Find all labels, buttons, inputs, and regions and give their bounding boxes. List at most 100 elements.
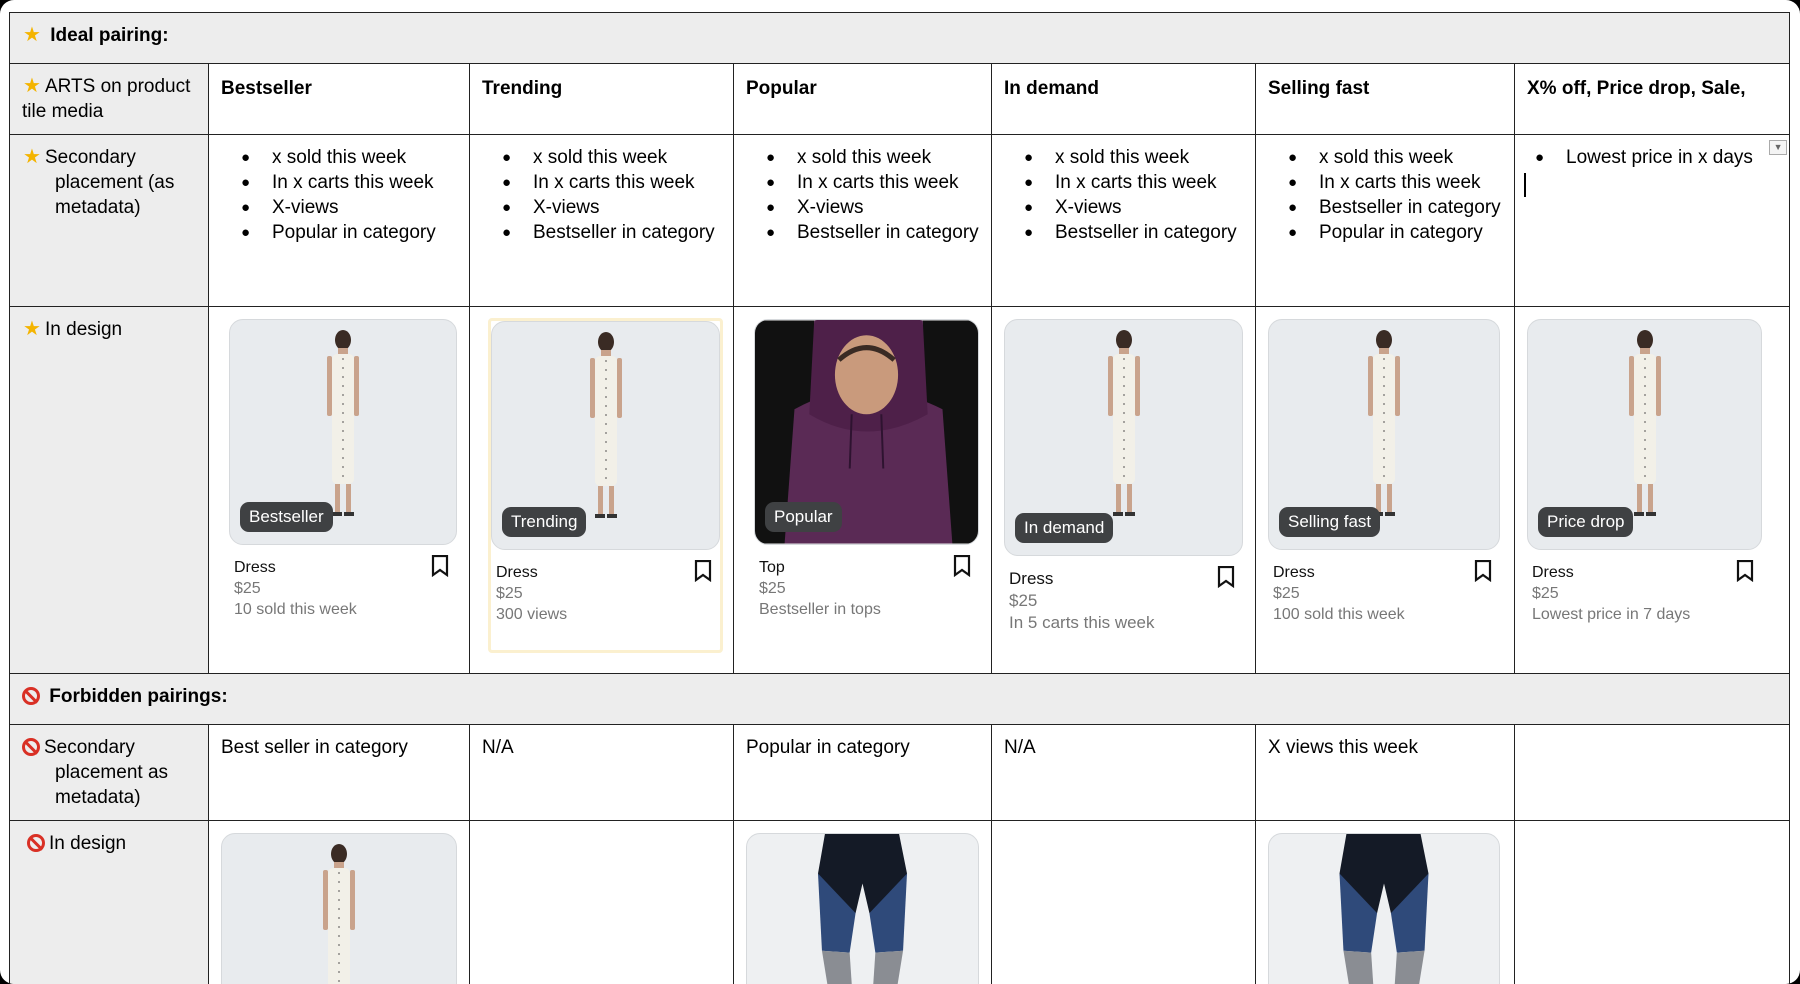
bullets-cell-trending[interactable]: x sold this week In x carts this week X-…	[469, 134, 734, 307]
product-tile[interactable]: Selling fast Dress $25 100 sold this wee…	[1268, 319, 1500, 625]
bullet-list: x sold this week In x carts this week X-…	[482, 145, 724, 245]
list-item: Bestseller in category	[1024, 220, 1246, 245]
forbidden-tile-cell-bestseller	[208, 820, 470, 984]
forbidden-cell-trending[interactable]: N/A	[469, 724, 734, 821]
dress-model-image	[1107, 330, 1140, 516]
product-image[interactable]: Bestseller	[229, 319, 457, 545]
product-price: $25	[1009, 591, 1038, 610]
badge: Popular	[765, 502, 842, 532]
product-image[interactable]	[746, 833, 979, 984]
badge: Bestseller	[240, 502, 333, 532]
ban-icon	[22, 687, 40, 705]
list-item: Bestseller in category	[766, 220, 982, 245]
ban-icon	[22, 738, 40, 756]
forbidden-secondary-line1: Secondary	[44, 737, 135, 758]
ideal-section-row: ★ Ideal pairing:	[8, 12, 1791, 64]
dress-model-image	[589, 332, 622, 518]
tile-cell-selling-fast: Selling fast Dress $25 100 sold this wee…	[1255, 306, 1515, 674]
product-name: Dress	[1273, 564, 1315, 581]
bullets-cell-in-demand[interactable]: x sold this week In x carts this week X-…	[991, 134, 1256, 307]
product-image[interactable]: In demand	[1004, 319, 1243, 556]
tile-cell-price-drop: Price drop Dress $25 Lowest price in 7 d…	[1513, 306, 1791, 674]
product-image[interactable]	[1268, 833, 1500, 984]
product-tile[interactable]: Bestseller Dress $25 10 sold this week	[229, 319, 457, 620]
forbidden-secondary-line3: metadata)	[55, 787, 141, 808]
bookmark-icon[interactable]	[431, 555, 449, 577]
secondary-label-cell[interactable]: ★ Secondary placement (as metadata)	[9, 134, 209, 307]
star-icon: ★	[23, 75, 41, 97]
list-item: In x carts this week	[1024, 170, 1246, 195]
bullet-list: x sold this week In x carts this week X-…	[1004, 145, 1246, 245]
tile-cell-trending: Trending Dress $25 300 views	[469, 306, 734, 674]
product-metadata: 10 sold this week	[234, 601, 357, 618]
product-image[interactable]: Popular	[754, 319, 979, 545]
product-image[interactable]	[221, 833, 457, 984]
bookmark-icon[interactable]	[953, 555, 971, 577]
product-image[interactable]: Selling fast	[1268, 319, 1500, 550]
dress-model-image	[323, 844, 355, 984]
bullets-cell-bestseller[interactable]: x sold this week In x carts this week X-…	[208, 134, 470, 307]
forbidden-cell-selling-fast[interactable]: X views this week	[1255, 724, 1515, 821]
header-in-demand[interactable]: In demand	[991, 63, 1256, 135]
product-image[interactable]: Trending	[491, 321, 720, 550]
forbidden-cell-in-demand[interactable]: N/A	[991, 724, 1256, 821]
bullet-list: x sold this week In x carts this week X-…	[221, 145, 460, 245]
star-icon: ★	[23, 318, 41, 340]
header-price-drop[interactable]: X% off, Price drop, Sale,	[1513, 63, 1791, 135]
list-item: x sold this week	[1288, 145, 1505, 170]
forbidden-secondary-row: Secondary placement as metadata) Best se…	[9, 724, 1791, 821]
tile-info: Dress $25 100 sold this week	[1268, 550, 1500, 625]
product-price: $25	[496, 585, 523, 602]
header-selling-fast[interactable]: Selling fast	[1255, 63, 1515, 135]
bullets-cell-popular[interactable]: x sold this week In x carts this week X-…	[733, 134, 992, 307]
bookmark-icon[interactable]	[1217, 566, 1235, 588]
bullet-list: Lowest price in x days	[1527, 145, 1780, 170]
product-name: Dress	[496, 564, 538, 581]
bullets-cell-selling-fast[interactable]: x sold this week In x carts this week Be…	[1255, 134, 1515, 307]
list-item: x sold this week	[1024, 145, 1246, 170]
tile-cell-popular: Popular Top $25 Bestseller in tops	[733, 306, 992, 674]
forbidden-design-label-cell[interactable]: In design	[9, 820, 209, 984]
bookmark-icon[interactable]	[694, 560, 712, 582]
tile-info: Dress $25 In 5 carts this week	[1004, 556, 1243, 634]
ideal-section-header[interactable]: ★ Ideal pairing:	[8, 12, 1791, 64]
bookmark-icon[interactable]	[1474, 560, 1492, 582]
badge: In demand	[1015, 513, 1114, 543]
in-design-label-cell[interactable]: ★ In design	[9, 306, 209, 674]
list-item: X-views	[766, 195, 982, 220]
leggings-model-image	[1339, 834, 1429, 984]
forbidden-cell-popular[interactable]: Popular in category	[733, 724, 992, 821]
dress-model-image	[1628, 330, 1661, 516]
list-item: In x carts this week	[766, 170, 982, 195]
product-price: $25	[1532, 585, 1559, 602]
forbidden-cell-bestseller[interactable]: Best seller in category	[208, 724, 470, 821]
list-item: Popular in category	[241, 220, 460, 245]
product-metadata: Lowest price in 7 days	[1532, 606, 1691, 623]
tile-highlight: Trending Dress $25 300 views	[488, 318, 723, 653]
forbidden-tile-cell-in-demand	[991, 820, 1256, 984]
forbidden-section-header[interactable]: Forbidden pairings:	[8, 673, 1791, 725]
header-bestseller[interactable]: Bestseller	[208, 63, 470, 135]
product-name: Dress	[234, 559, 276, 576]
bullets-cell-price-drop[interactable]: Lowest price in x days ▼	[1513, 134, 1791, 307]
forbidden-secondary-label-cell[interactable]: Secondary placement as metadata)	[9, 724, 209, 821]
forbidden-tile-cell-price-drop	[1513, 820, 1791, 984]
forbidden-tile-cell-popular	[733, 820, 992, 984]
badge: Selling fast	[1279, 507, 1381, 537]
product-tile[interactable]: In demand Dress $25 In 5 carts this week	[1004, 319, 1243, 634]
forbidden-cell-price-drop[interactable]	[1513, 724, 1791, 821]
bullet-list: x sold this week In x carts this week Be…	[1268, 145, 1505, 245]
list-item: In x carts this week	[502, 170, 724, 195]
tile-cell-bestseller: Bestseller Dress $25 10 sold this week	[208, 306, 470, 674]
bookmark-icon[interactable]	[1736, 560, 1754, 582]
header-popular[interactable]: Popular	[733, 63, 992, 135]
product-image[interactable]: Price drop	[1527, 319, 1763, 550]
dropdown-arrow-icon[interactable]: ▼	[1769, 140, 1788, 155]
forbidden-design-label: In design	[49, 833, 127, 854]
product-tile[interactable]: Price drop Dress $25 Lowest price in 7 d…	[1527, 319, 1763, 625]
product-price: $25	[234, 580, 261, 597]
product-tile[interactable]: Trending Dress $25 300 views	[491, 321, 720, 625]
arts-label-cell[interactable]: ★ ARTS on product tile media	[9, 63, 209, 135]
header-trending[interactable]: Trending	[469, 63, 734, 135]
product-tile[interactable]: Popular Top $25 Bestseller in tops	[754, 319, 979, 620]
